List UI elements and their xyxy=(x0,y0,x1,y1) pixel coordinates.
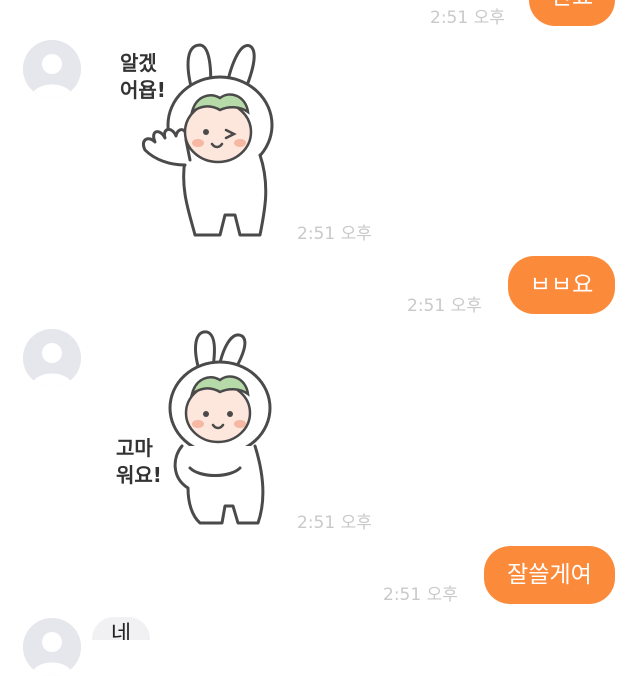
avatar[interactable] xyxy=(23,618,81,676)
bunny-thanks-icon: 고마 워요! xyxy=(116,330,272,525)
outgoing-message-bubble[interactable]: 잘쓸게여 xyxy=(484,546,615,604)
sticker-caption-line2: 어욥! xyxy=(120,78,166,102)
sticker-caption-line2: 워요! xyxy=(116,463,162,487)
default-profile-icon xyxy=(23,329,81,387)
message-timestamp: 2:51 오후 xyxy=(297,224,372,244)
outgoing-message-bubble[interactable]: ㅂㅂ요 xyxy=(508,256,615,314)
message-text: 잘쓸게여 xyxy=(507,562,592,588)
message-text: 안료 xyxy=(551,0,593,10)
bunny-thanks-sticker[interactable]: 고마 워요! xyxy=(100,328,290,533)
default-profile-icon xyxy=(23,40,81,98)
sticker-caption-line1: 고마 xyxy=(116,436,153,460)
incoming-message-bubble[interactable]: 네 xyxy=(92,617,150,640)
message-timestamp: 2:51 오후 xyxy=(383,585,458,605)
message-text: 네 xyxy=(110,622,132,640)
message-timestamp: 2:51 오후 xyxy=(297,513,372,533)
bunny-ok-sticker[interactable]: 알겠 어욥! xyxy=(100,40,290,245)
message-timestamp: 2:51 오후 xyxy=(407,296,482,316)
sticker-caption-line1: 알겠 xyxy=(120,51,157,75)
default-profile-icon xyxy=(23,618,81,676)
message-text: ㅂㅂ요 xyxy=(529,272,594,298)
avatar[interactable] xyxy=(23,40,81,98)
avatar[interactable] xyxy=(23,329,81,387)
bunny-ok-icon: 알겠 어욥! xyxy=(120,43,274,237)
message-timestamp: 2:51 오후 xyxy=(430,8,505,28)
outgoing-message-bubble[interactable]: 안료 xyxy=(529,0,615,26)
